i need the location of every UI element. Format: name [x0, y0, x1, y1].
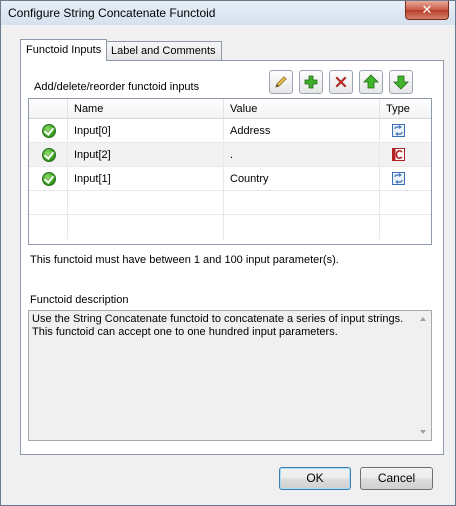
table-row[interactable]: Input[1] Country: [29, 167, 431, 191]
close-icon: ✕: [421, 2, 433, 17]
input-limit-text: This functoid must have between 1 and 10…: [30, 254, 339, 266]
move-up-arrow-icon: [363, 74, 379, 89]
delete-x-icon: [335, 76, 347, 88]
header-name-label: Name: [74, 103, 104, 115]
description-box[interactable]: Use the String Concatenate functoid to c…: [28, 310, 432, 441]
header-status-column: [29, 99, 68, 119]
instructions-label: Add/delete/reorder functoid inputs: [34, 81, 200, 93]
value-cell[interactable]: .: [224, 143, 380, 167]
header-name[interactable]: Name: [68, 99, 224, 119]
empty-cell: [29, 191, 68, 215]
functoid-inputs-panel: Add/delete/reorder functoid inputs Name …: [20, 60, 444, 455]
add-input-button[interactable]: [299, 70, 323, 94]
table-row[interactable]: Input[0] Address: [29, 119, 431, 143]
type-cell: [380, 167, 431, 191]
empty-row: [29, 215, 431, 239]
description-scrollbar[interactable]: [416, 311, 431, 440]
tab-label: Label and Comments: [111, 45, 216, 57]
header-type[interactable]: Type: [380, 99, 431, 119]
tab-functoid-inputs[interactable]: Functoid Inputs: [20, 39, 108, 61]
empty-cell: [29, 215, 68, 239]
move-up-button[interactable]: [359, 70, 383, 94]
empty-cell: [68, 215, 224, 239]
empty-cell: [68, 191, 224, 215]
empty-cell: [224, 215, 380, 239]
window-title: Configure String Concatenate Functoid: [8, 6, 216, 20]
delete-input-button[interactable]: [329, 70, 353, 94]
scroll-down-arrow-icon[interactable]: [420, 430, 426, 434]
header-type-label: Type: [386, 103, 410, 115]
name-cell[interactable]: Input[0]: [68, 119, 224, 143]
green-check-icon: [42, 148, 56, 162]
add-plus-icon: [304, 75, 318, 89]
status-cell: [29, 119, 68, 143]
type-cell: [380, 143, 431, 167]
name-cell[interactable]: Input[2]: [68, 143, 224, 167]
pencil-icon: [275, 76, 287, 88]
status-cell: [29, 167, 68, 191]
constant-c-icon: [392, 148, 405, 161]
green-check-icon: [42, 124, 56, 138]
tab-label: Functoid Inputs: [26, 44, 102, 56]
grid-header: Name Value Type: [29, 99, 431, 119]
header-value-label: Value: [230, 103, 258, 115]
inputs-grid: Name Value Type Input[0] Address Input[2…: [28, 98, 432, 245]
table-row[interactable]: Input[2] .: [29, 143, 431, 167]
dialog-window: Configure String Concatenate Functoid ✕ …: [0, 0, 456, 506]
edit-input-button[interactable]: [269, 70, 293, 94]
green-check-icon: [42, 172, 56, 186]
empty-row: [29, 191, 431, 215]
ok-button[interactable]: OK: [279, 467, 351, 490]
description-label: Functoid description: [30, 294, 129, 306]
move-down-button[interactable]: [389, 70, 413, 94]
empty-cell: [224, 191, 380, 215]
scroll-up-arrow-icon[interactable]: [420, 317, 426, 321]
description-text: Use the String Concatenate functoid to c…: [32, 313, 404, 338]
tab-label-and-comments[interactable]: Label and Comments: [105, 41, 222, 61]
status-cell: [29, 143, 68, 167]
value-cell[interactable]: Address: [224, 119, 380, 143]
cancel-button[interactable]: Cancel: [360, 467, 433, 490]
move-down-arrow-icon: [393, 75, 409, 90]
link-link-icon: [392, 172, 405, 185]
link-link-icon: [392, 124, 405, 137]
header-value[interactable]: Value: [224, 99, 380, 119]
title-bar[interactable]: Configure String Concatenate Functoid ✕: [1, 1, 455, 25]
close-button[interactable]: ✕: [405, 1, 449, 20]
name-cell[interactable]: Input[1]: [68, 167, 224, 191]
value-cell[interactable]: Country: [224, 167, 380, 191]
type-cell: [380, 119, 431, 143]
